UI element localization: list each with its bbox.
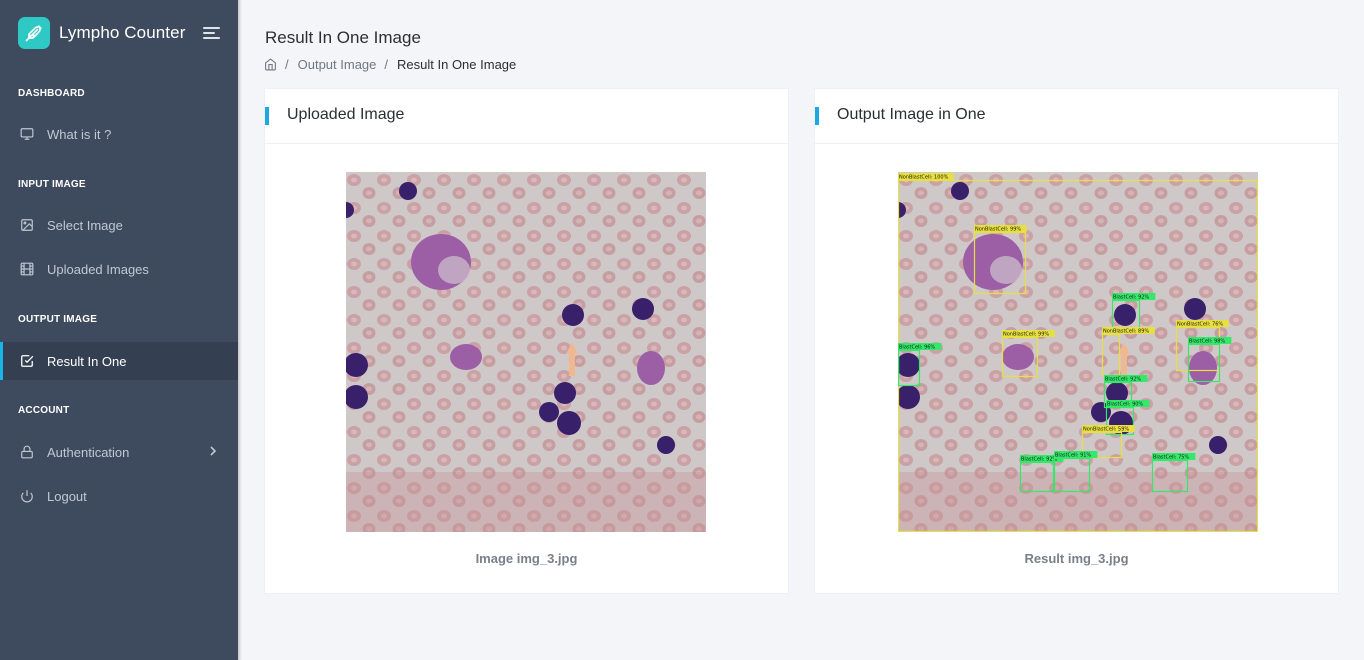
feather-icon bbox=[18, 17, 50, 49]
card-header: Output Image in One bbox=[815, 89, 1338, 144]
chevron-right-icon bbox=[208, 445, 218, 460]
image-icon bbox=[19, 217, 35, 233]
sidebar-item-label: Logout bbox=[47, 488, 87, 504]
menu-toggle-icon[interactable] bbox=[203, 27, 220, 39]
lock-icon bbox=[19, 444, 35, 460]
card-accent bbox=[265, 107, 269, 125]
sidebar-item-label: Authentication bbox=[47, 444, 130, 460]
card-title: Output Image in One bbox=[837, 106, 986, 123]
sidebar-item-result-in-one[interactable]: Result In One bbox=[0, 342, 238, 380]
detection-label: BlastCell: 90% bbox=[1107, 402, 1143, 408]
detection-label: BlastCell: 92% bbox=[1113, 295, 1149, 301]
sidebar-item-label: What is it ? bbox=[47, 126, 112, 142]
app-name: Lympho Counter bbox=[59, 23, 186, 42]
breadcrumb-current: Result In One Image bbox=[397, 56, 517, 72]
breadcrumb-separator: / bbox=[285, 56, 289, 72]
section-title-dashboard: DASHBOARD bbox=[18, 88, 85, 99]
sidebar-item-authentication[interactable]: Authentication bbox=[0, 433, 238, 471]
detection-label: NonBlastCell: 99% bbox=[975, 227, 1021, 233]
sidebar-item-what-is-it[interactable]: What is it ? bbox=[0, 115, 238, 153]
uploaded-image-card: Uploaded Image Image img_3.jpg bbox=[264, 88, 789, 594]
page-title: Result In One Image bbox=[265, 28, 421, 47]
breadcrumb-link-output-image[interactable]: Output Image bbox=[298, 57, 377, 72]
detection-label: NonBlastCell: 59% bbox=[1083, 427, 1129, 433]
home-icon[interactable] bbox=[264, 57, 277, 71]
detection-label: BlastCell: 92% bbox=[1021, 457, 1057, 463]
card-title: Uploaded Image bbox=[287, 106, 405, 123]
output-image: NonBlastCell: 100% NonBlastCell: 99% Blast… bbox=[898, 172, 1258, 532]
detection-label: BlastCell: 91% bbox=[1055, 453, 1091, 459]
section-title-account: ACCOUNT bbox=[18, 405, 70, 416]
detection-label: NonBlastCell: 100% bbox=[899, 175, 949, 181]
sidebar-item-label: Select Image bbox=[47, 217, 123, 233]
detection-label: BlastCell: 75% bbox=[1153, 455, 1189, 461]
detection-label: NonBlastCell: 76% bbox=[1177, 322, 1223, 328]
check-square-icon bbox=[19, 353, 35, 369]
monitor-icon bbox=[19, 126, 35, 142]
sidebar-item-logout[interactable]: Logout bbox=[0, 477, 238, 515]
sidebar-item-select-image[interactable]: Select Image bbox=[0, 206, 238, 244]
sidebar-item-uploaded-images[interactable]: Uploaded Images bbox=[0, 250, 238, 288]
sidebar-item-label: Result In One bbox=[47, 353, 127, 369]
breadcrumb-separator: / bbox=[384, 56, 389, 72]
output-image-caption: Result img_3.jpg bbox=[1024, 551, 1129, 566]
breadcrumb: / Output Image / Result In One Image bbox=[264, 56, 516, 72]
detection-label: BlastCell: 96% bbox=[899, 345, 935, 351]
sidebar-item-label: Uploaded Images bbox=[47, 261, 149, 277]
sidebar-shadow bbox=[238, 0, 242, 660]
output-image-card: Output Image in One NonBlastCell: 100% N… bbox=[814, 88, 1339, 594]
detection-label: NonBlastCell: 89% bbox=[1103, 329, 1149, 335]
detection-label: BlastCell: 98% bbox=[1189, 339, 1225, 345]
uploaded-image-caption: Image img_3.jpg bbox=[475, 551, 578, 566]
uploaded-image bbox=[346, 172, 706, 532]
film-icon bbox=[19, 261, 35, 277]
card-accent bbox=[815, 107, 819, 125]
card-header: Uploaded Image bbox=[265, 89, 788, 144]
power-icon bbox=[19, 488, 35, 504]
sidebar: Lympho Counter DASHBOARD What is it ? IN… bbox=[0, 0, 238, 660]
detection-label: NonBlastCell: 99% bbox=[1003, 332, 1049, 338]
section-title-input-image: INPUT IMAGE bbox=[18, 179, 86, 190]
brand[interactable]: Lympho Counter bbox=[18, 17, 185, 49]
section-title-output-image: OUTPUT IMAGE bbox=[18, 314, 98, 325]
detection-label: BlastCell: 92% bbox=[1105, 377, 1141, 383]
